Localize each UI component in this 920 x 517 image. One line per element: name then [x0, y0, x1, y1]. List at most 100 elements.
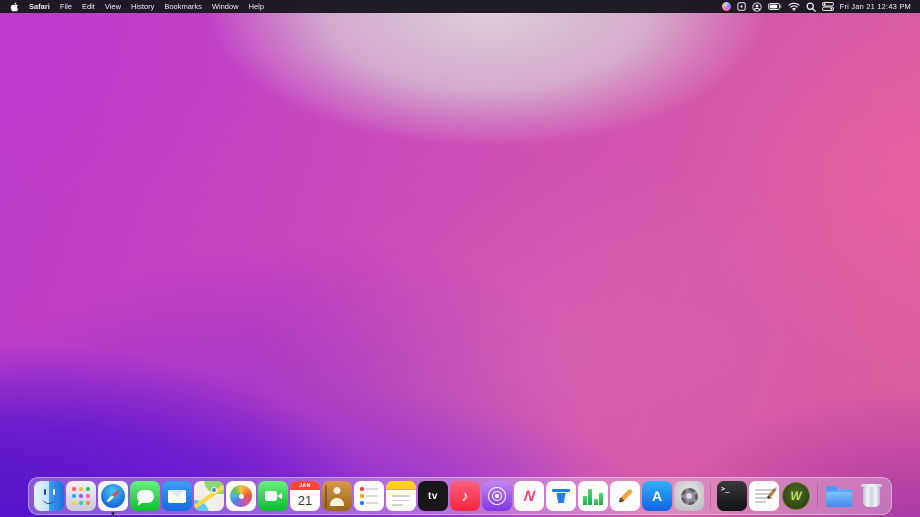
reminder-bullet [360, 501, 364, 505]
reminders-row [360, 487, 378, 491]
control-center-icon[interactable] [822, 2, 834, 11]
w-app-circle-icon: W [782, 482, 810, 510]
dock: JAN 21 tv ♪ [28, 477, 892, 515]
news-logo: N [523, 488, 536, 505]
wifi-icon[interactable] [788, 2, 800, 11]
dock-item-trash[interactable] [856, 481, 886, 511]
dock-item-news[interactable]: N [514, 481, 544, 511]
w-app-letter: W [790, 489, 801, 503]
menu-item-help[interactable]: Help [244, 0, 269, 13]
dock-item-music[interactable]: ♪ [450, 481, 480, 511]
dock-item-keynote[interactable] [546, 481, 576, 511]
dock-item-messages[interactable] [130, 481, 160, 511]
reminder-line [366, 502, 378, 504]
menu-bar-clock[interactable]: Fri Jan 21 12:43 PM [840, 2, 911, 11]
dock-item-facetime[interactable] [258, 481, 288, 511]
dock-item-appstore[interactable]: A [642, 481, 672, 511]
reminders-row [360, 501, 378, 505]
dock-item-folder[interactable] [824, 481, 854, 511]
menu-item-view[interactable]: View [100, 0, 126, 13]
notes-line [392, 500, 410, 502]
reminder-line [366, 495, 378, 497]
appstore-logo: A [652, 488, 662, 504]
notes-line [392, 495, 410, 497]
desktop: Safari File Edit View History Bookmarks … [0, 0, 920, 517]
notes-text-lines [386, 490, 416, 511]
dock-item-appletv[interactable]: tv [418, 481, 448, 511]
dock-item-contacts[interactable] [322, 481, 352, 511]
chart-bar [594, 499, 598, 505]
dock-item-safari[interactable] [98, 481, 128, 511]
desktop-wallpaper [0, 0, 920, 517]
dock-item-textedit[interactable] [749, 481, 779, 511]
finder-face-icon [34, 481, 64, 511]
dock-item-system-preferences[interactable] [674, 481, 704, 511]
menu-bar-status: Fri Jan 21 12:43 PM [722, 2, 911, 12]
chart-bar [583, 496, 587, 505]
pages-pen-icon [617, 488, 633, 504]
dock-item-pages[interactable] [610, 481, 640, 511]
menu-bar: Safari File Edit View History Bookmarks … [0, 0, 920, 13]
terminal-prompt-glyph: >_ [721, 485, 729, 493]
chart-bar [588, 489, 592, 505]
launchpad-grid-icon [72, 487, 76, 491]
safari-running-indicator [112, 512, 115, 515]
notes-line [392, 504, 403, 506]
dock-divider [710, 483, 711, 509]
battery-glyph [768, 3, 782, 10]
siri-icon[interactable] [722, 2, 731, 11]
wifi-glyph [788, 2, 800, 11]
menu-item-safari[interactable]: Safari [24, 0, 55, 13]
dock-item-notes[interactable] [386, 481, 416, 511]
apple-menu[interactable] [9, 2, 24, 12]
safari-compass-icon [101, 484, 125, 508]
reminder-bullet [360, 494, 364, 498]
menu-item-window[interactable]: Window [207, 0, 244, 13]
photos-pinwheel-icon [230, 485, 252, 507]
notes-header-strip [386, 481, 416, 490]
dock-item-podcasts[interactable] [482, 481, 512, 511]
dock-item-reminders[interactable] [354, 481, 384, 511]
chart-bar [599, 493, 603, 505]
messages-bubble-icon [137, 490, 154, 503]
input-source-icon[interactable] [737, 2, 746, 11]
folder-icon [826, 489, 852, 507]
trash-icon [863, 487, 880, 507]
dock-item-mail[interactable] [162, 481, 192, 511]
reminders-row [360, 494, 378, 498]
menu-bar-menus: Safari File Edit View History Bookmarks … [9, 0, 269, 13]
gear-icon [681, 488, 698, 505]
menu-item-history[interactable]: History [126, 0, 159, 13]
dock-item-finder[interactable] [34, 481, 64, 511]
facetime-camera-icon [265, 491, 277, 501]
dock-item-w-app[interactable]: W [781, 481, 811, 511]
menu-item-edit[interactable]: Edit [77, 0, 100, 13]
maps-location-dot [211, 487, 217, 493]
user-icon[interactable] [752, 2, 762, 12]
appletv-logo: tv [428, 491, 438, 502]
dock-item-calendar[interactable]: JAN 21 [290, 481, 320, 511]
search-icon[interactable] [806, 2, 816, 12]
user-glyph [752, 2, 762, 12]
menu-item-file[interactable]: File [55, 0, 77, 13]
contacts-book-spine [325, 485, 327, 507]
mail-envelope-icon [168, 490, 186, 503]
text-line [755, 489, 773, 491]
calendar-day-label: 21 [290, 489, 320, 511]
dock-divider [817, 483, 818, 509]
search-glyph [806, 2, 816, 12]
dock-item-maps[interactable] [194, 481, 224, 511]
text-line [755, 501, 766, 503]
menu-item-bookmarks[interactable]: Bookmarks [159, 0, 207, 13]
dock-item-numbers[interactable] [578, 481, 608, 511]
apple-logo-icon [10, 2, 19, 12]
siri-orb [722, 2, 731, 11]
battery-icon[interactable] [768, 3, 782, 10]
safari-needle [106, 489, 120, 503]
dock-item-photos[interactable] [226, 481, 256, 511]
input-source-glyph [737, 2, 746, 11]
numbers-barchart-icon [583, 487, 604, 505]
control-center-glyph [822, 2, 834, 11]
dock-item-terminal[interactable]: >_ [717, 481, 747, 511]
dock-item-launchpad[interactable] [66, 481, 96, 511]
